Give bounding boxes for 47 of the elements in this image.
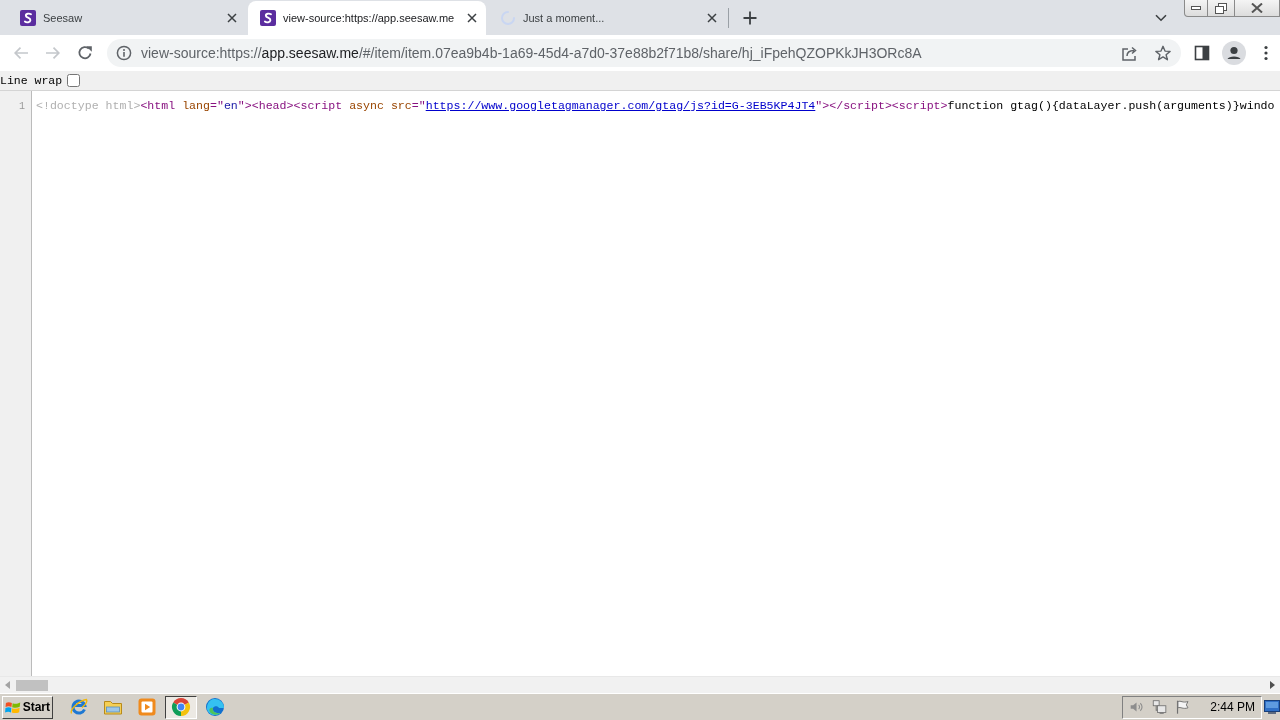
profile-avatar-icon (1222, 41, 1246, 65)
show-desktop-button[interactable] (1264, 699, 1280, 715)
minimize-button[interactable] (1184, 0, 1208, 17)
browser-tab[interactable]: view-source:https://app.seesaw.me (248, 1, 486, 35)
forward-arrow-icon (45, 45, 61, 61)
back-arrow-icon (13, 45, 29, 61)
taskbar-app-button[interactable] (165, 695, 197, 719)
menu-icon (1264, 45, 1268, 61)
network-icon (1152, 698, 1168, 716)
chevron-down-icon (1155, 14, 1167, 22)
plus-icon (743, 11, 757, 25)
start-button[interactable]: Start (2, 695, 53, 719)
close-icon (707, 13, 717, 23)
scrollbar-thumb[interactable] (16, 679, 48, 691)
reload-icon (77, 45, 93, 61)
profile-button[interactable] (1220, 39, 1248, 67)
close-icon (1251, 3, 1263, 13)
info-icon (116, 45, 132, 61)
restore-icon (1215, 2, 1227, 14)
star-icon (1155, 45, 1171, 61)
source-code-line: <!doctype html><html lang="en"><head><script async src="https://www.googletagmanager.com/gtag/js?id=G-3EB5KP4JT4"></script><script>function gtag(){dataLayer.push(arguments)}windo (36, 98, 1275, 114)
address-bar[interactable]: view-source:https://app.seesaw.me/#/item/item.07ea9b4b-1a69-45d4-a7d0-37e88b2f71b8/share/hj_iFpehQZOPKkJH3ORc8A (107, 39, 1181, 67)
line-wrap-label[interactable]: Line wrap (0, 71, 63, 90)
play-icon (137, 697, 157, 717)
four-color-flag-icon (5, 699, 21, 715)
e-globe-icon (69, 697, 89, 717)
site-logo-icon (20, 10, 36, 26)
flag-icon (1175, 698, 1191, 716)
close-icon (467, 13, 477, 23)
browser-tab[interactable]: Seesaw (8, 1, 246, 35)
close-icon (227, 13, 237, 23)
line-number: 1 (19, 100, 25, 114)
side-panel-icon (1194, 45, 1210, 61)
show-desktop-icon (1264, 699, 1280, 715)
share-icon (1121, 45, 1139, 61)
line-wrap-checkbox[interactable] (67, 74, 81, 87)
browser-tab[interactable]: Just a moment... (488, 1, 726, 35)
tricolor-circle-icon (171, 697, 191, 717)
site-logo-icon (260, 10, 276, 26)
scroll-right-icon (1269, 681, 1275, 689)
restore-button[interactable] (1208, 0, 1235, 17)
minimize-icon (1191, 6, 1201, 10)
clock-text: 2:44 PM (1210, 699, 1255, 716)
close-window-button[interactable] (1235, 0, 1280, 17)
scroll-left-icon (5, 681, 11, 689)
swirl-icon (205, 697, 225, 717)
source-link[interactable]: https://www.googletagmanager.com/gtag/js?id=G-3EB5KP4JT4 (425, 99, 816, 112)
